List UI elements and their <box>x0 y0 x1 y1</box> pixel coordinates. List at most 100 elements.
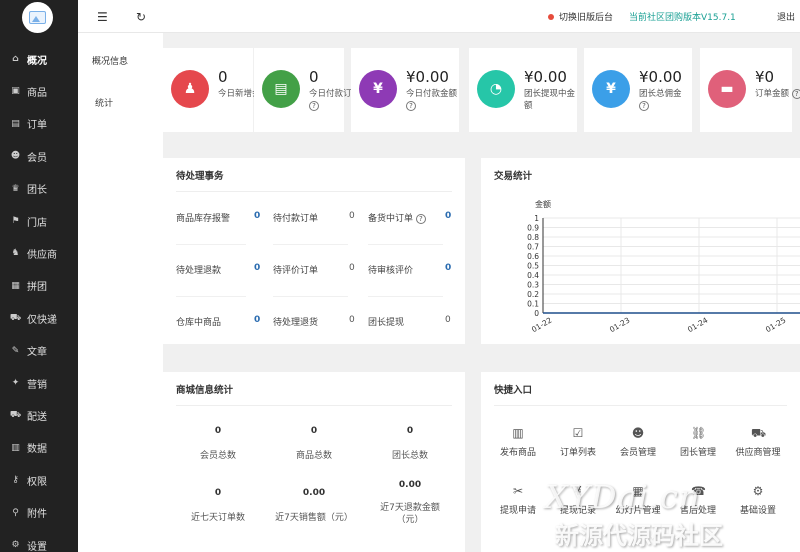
shortcut-truck[interactable]: ⛟ 供应商管理 <box>728 426 788 458</box>
stat-label-text: 团长总佣金 <box>639 89 682 99</box>
shortcut-hierarchy[interactable]: ⛓ 团长管理 <box>668 426 728 458</box>
switch-old-admin-link[interactable]: 切换旧版后台 <box>548 10 613 23</box>
sidebar-item-leader[interactable]: ♛ 团长 <box>0 175 78 203</box>
y-tick-label: 0.1 <box>527 300 539 309</box>
sidebar-item-group-buy[interactable]: ▦ 拼团 <box>0 272 78 300</box>
stat-card: ¥ ¥0.00 团长总佣金 ? <box>584 48 692 132</box>
stat-value: ¥0.00 <box>406 68 449 86</box>
barcode-icon: ▥ <box>512 426 524 440</box>
sidebar-item-supplier[interactable]: ♞ 供应商 <box>0 239 78 267</box>
pending-item-value[interactable]: 0 <box>254 315 260 325</box>
row-divider <box>273 244 348 245</box>
sidebar-item-permission[interactable]: ⚷ 权限 <box>0 466 78 494</box>
mall-stat-label: 近7天退款金额（元） <box>380 503 440 525</box>
switch-label: 切换旧版后台 <box>559 13 614 23</box>
sub-navigation: 概况信息 统计 <box>78 33 163 552</box>
pending-item-value[interactable]: 0 <box>445 315 451 325</box>
sidebar-item-label: 订单 <box>27 120 47 132</box>
help-icon[interactable]: ? <box>406 100 416 111</box>
pending-item-text: 团长提现 <box>368 318 405 328</box>
divider <box>494 405 787 406</box>
pending-item-value[interactable]: 0 <box>254 263 260 273</box>
sidebar-item-goods[interactable]: ▣ 商品 <box>0 77 78 105</box>
sidebar-item-store[interactable]: ⚑ 门店 <box>0 207 78 235</box>
refresh-icon[interactable]: ↻ <box>136 10 146 24</box>
pending-item-value[interactable]: 0 <box>349 263 355 273</box>
stat-value: ¥0.00 <box>639 68 682 86</box>
y-axis-label: 金额 <box>535 199 551 209</box>
pending-item-label[interactable]: 备货中订单 ? <box>368 211 426 224</box>
mall-stat-value: 0 <box>310 426 318 436</box>
menu-collapse-icon[interactable]: ☰ <box>97 10 108 24</box>
pending-item-label[interactable]: 待付款订单 <box>273 211 318 224</box>
pending-title: 待处理事务 <box>176 171 224 182</box>
sidebar-item-attachment[interactable]: ⚲ 附件 <box>0 499 78 527</box>
y-tick-label: 0.3 <box>527 281 539 290</box>
sidebar-item-label: 设置 <box>27 541 47 552</box>
sidebar-item-settings[interactable]: ⚙ 设置 <box>0 531 78 552</box>
express-icon: ⛟ <box>9 312 22 323</box>
home-icon: ⌂ <box>12 54 19 64</box>
shortcut-label: 发布商品 <box>499 448 536 458</box>
shortcut-user[interactable]: ☻ 会员管理 <box>608 426 668 458</box>
stat-value: 0 <box>309 68 319 86</box>
sidebar-item-label: 仅快递 <box>27 314 57 326</box>
settings-icon: ⚙ <box>11 540 20 550</box>
pending-item-label[interactable]: 待处理退款 <box>176 263 221 276</box>
sidebar-item-home[interactable]: ⌂ 概况 <box>0 45 78 73</box>
shortcut-barcode[interactable]: ▥ 发布商品 <box>488 426 548 458</box>
pending-tasks-panel: 待处理事务 商品库存报警 0 待付款订单 0 备货中订单 ? 0 待处理退款 0 待评价订单 0 待… <box>163 158 465 344</box>
shortcut-gear[interactable]: ⚙ 基础设置 <box>728 484 788 516</box>
pending-item-text: 待处理退款 <box>176 266 222 276</box>
shortcut-label: 会员管理 <box>619 448 656 458</box>
truck-icon: ⛟ <box>751 426 767 440</box>
help-icon[interactable]: ? <box>415 213 426 224</box>
pending-item-label[interactable]: 仓库中商品 <box>176 315 221 328</box>
subnav-item-overview[interactable]: 概况信息 <box>92 54 128 67</box>
y-tick-label: 1 <box>534 214 539 223</box>
pending-item-label[interactable]: 待评价订单 <box>273 263 318 276</box>
sidebar-item-marketing[interactable]: ✦ 营销 <box>0 369 78 397</box>
user-icon: ☻ <box>631 426 645 440</box>
pending-item-text: 仓库中商品 <box>176 318 222 328</box>
shortcut-label: 基础设置 <box>739 506 776 516</box>
sidebar-item-data[interactable]: ▥ 数据 <box>0 434 78 462</box>
pending-item-label[interactable]: 团长提现 <box>368 315 404 328</box>
sidebar-item-label: 会员 <box>27 152 47 164</box>
logout-button[interactable]: 退出 <box>777 10 795 23</box>
mall-stat-label: 近7天销售额（元） <box>275 513 353 523</box>
shortcut-ticket[interactable]: ✂ 提现申请 <box>488 484 548 516</box>
sidebar-item-order[interactable]: ▤ 订单 <box>0 110 78 138</box>
subnav-item-statistics[interactable]: 统计 <box>95 96 113 109</box>
pending-item-label[interactable]: 待审核评价 <box>368 263 413 276</box>
pending-item-value[interactable]: 0 <box>349 315 355 325</box>
help-icon[interactable]: ? <box>791 88 800 99</box>
help-icon[interactable]: ? <box>309 100 319 111</box>
shortcut-clipboard[interactable]: ☑ 订单列表 <box>548 426 608 458</box>
pending-item-text: 待评价订单 <box>273 266 319 276</box>
leader-icon: ♛ <box>11 183 20 194</box>
help-icon[interactable]: ? <box>639 100 649 111</box>
sidebar-item-express[interactable]: ⛟ 仅快递 <box>0 304 78 332</box>
pending-item-value[interactable]: 0 <box>445 211 451 221</box>
pending-item-label[interactable]: 商品库存报警 <box>176 211 230 224</box>
y-tick-label: 0 <box>534 309 539 318</box>
add-user-icon: ♟ <box>171 70 209 108</box>
stat-card: ¥ ¥0.00 今日付款金额 ? <box>351 48 459 132</box>
supplier-icon: ♞ <box>11 248 20 259</box>
sidebar-item-members[interactable]: ☻ 会员 <box>0 142 78 170</box>
pending-item-label[interactable]: 待处理退货 <box>273 315 318 328</box>
pending-item-value[interactable]: 0 <box>254 211 260 221</box>
sidebar-item-delivery[interactable]: ⛟ 配送 <box>0 401 78 429</box>
pending-item-value[interactable]: 0 <box>349 211 355 221</box>
mall-stat-value: 0 <box>214 426 222 436</box>
attachment-icon: ⚲ <box>12 507 19 518</box>
pending-item-value[interactable]: 0 <box>445 263 451 273</box>
y-tick-label: 0.5 <box>527 262 539 271</box>
row-divider <box>176 244 246 245</box>
status-dot <box>548 13 554 20</box>
row-divider <box>368 296 443 297</box>
doc-icon: ▬ <box>708 70 746 108</box>
sidebar-item-article[interactable]: ✎ 文章 <box>0 337 78 365</box>
pending-item-text: 商品库存报警 <box>176 214 231 224</box>
